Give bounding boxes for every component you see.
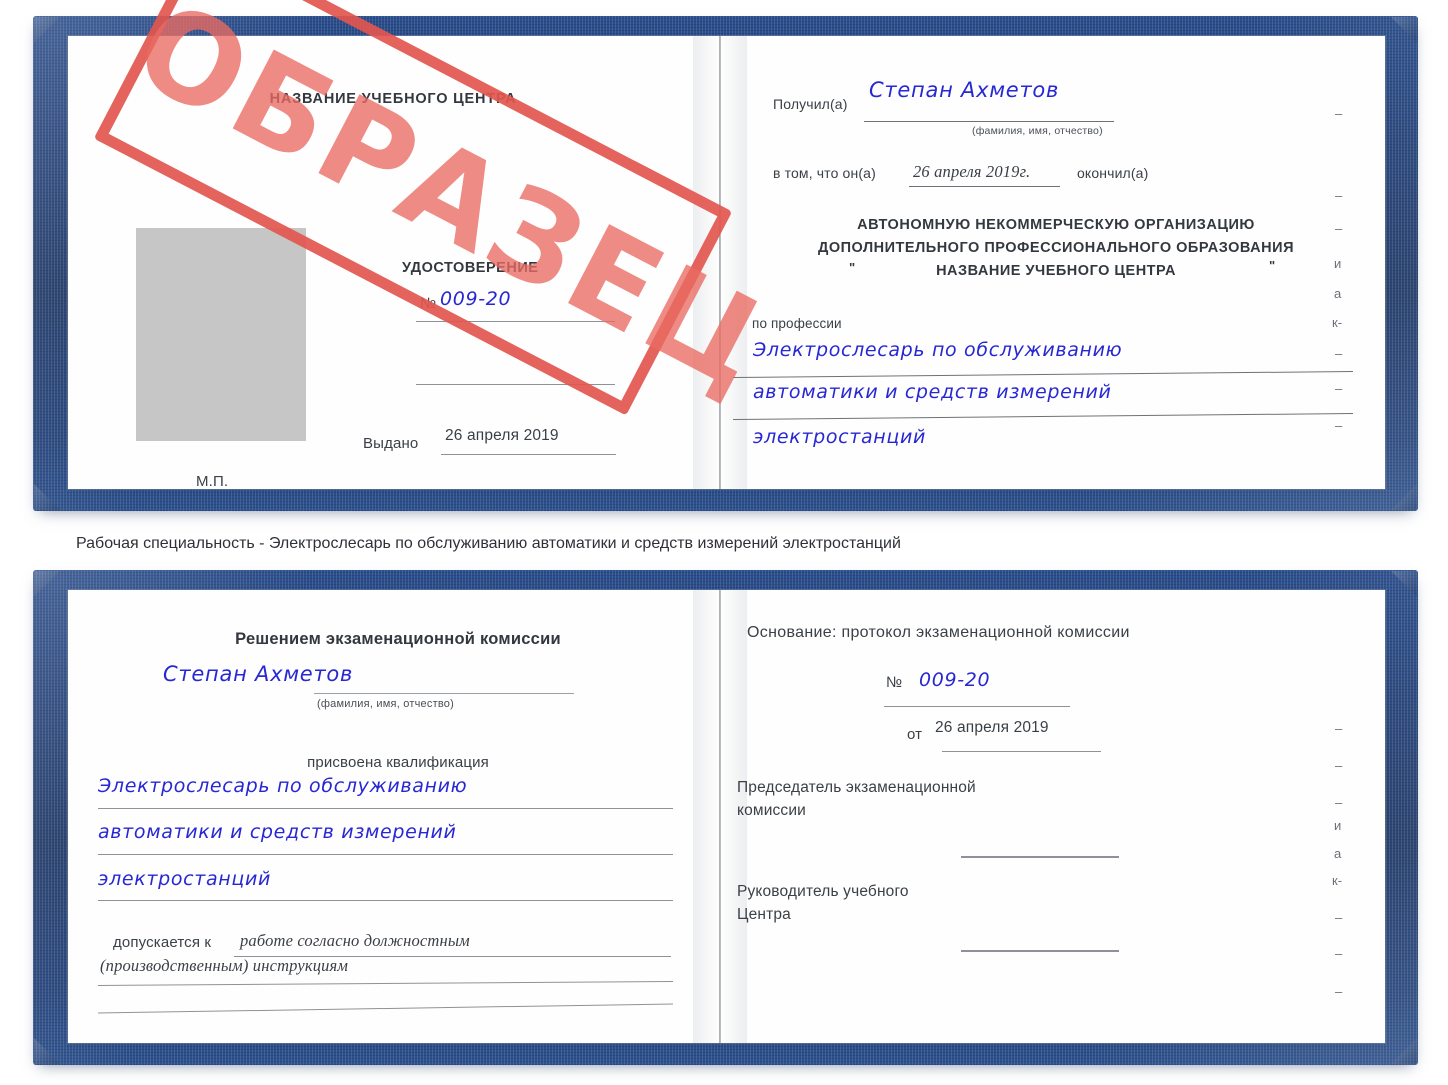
admitted-value-line-1: работе согласно должностным — [240, 931, 470, 950]
number-label: № — [420, 295, 437, 312]
finished-label: окончил(а) — [1077, 165, 1149, 181]
qualification-line-2: автоматики и средств измерений — [98, 821, 457, 843]
certificate-top-page-right: Получил(а) Степан Ахметов (фамилия, имя,… — [721, 36, 1385, 489]
issued-value: 26 апреля 2019 — [445, 427, 559, 444]
training-center-title: НАЗВАНИЕ УЧЕБНОГО ЦЕНТРА — [269, 91, 517, 107]
admitted-value-line-2: (производственным) инструкциям — [100, 956, 349, 975]
qualification-line-3: электростанций — [98, 868, 272, 890]
qualification-rule-1 — [98, 808, 673, 809]
image-caption: Рабочая специальность - Электрослесарь п… — [76, 535, 901, 552]
profession-rule-2 — [733, 413, 1353, 420]
received-rule — [864, 121, 1114, 122]
issued-rule — [441, 454, 616, 455]
protocol-number-value: 009-20 — [919, 669, 991, 691]
admitted-label: допускается к — [113, 934, 212, 951]
edge-bleed-glyph: к- — [1332, 873, 1343, 888]
page-gutter-shadow — [693, 590, 719, 1043]
edge-bleed-glyph: – — [1335, 418, 1343, 433]
received-label: Получил(а) — [773, 96, 848, 112]
edge-bleed-glyph: – — [1335, 381, 1343, 396]
edge-bleed-glyph: – — [1335, 758, 1343, 773]
issued-label: Выдано — [363, 435, 419, 452]
profession-label: по профессии — [752, 316, 842, 331]
received-hint: (фамилия, имя, отчество) — [972, 125, 1103, 137]
number-rule — [416, 321, 615, 322]
seal-label: М.П. — [196, 473, 229, 489]
chairman-label-line-1: Председатель экзаменационной — [737, 779, 976, 796]
certificate-bottom-page-right: Основание: протокол экзаменационной коми… — [721, 590, 1385, 1043]
admitted-rule-2 — [98, 980, 673, 987]
certificate-top: НАЗВАНИЕ УЧЕБНОГО ЦЕНТРА УДОСТОВЕРЕНИЕ №… — [33, 16, 1418, 511]
protocol-date-rule — [942, 751, 1101, 752]
in-that-rule — [909, 186, 1060, 187]
protocol-date-value: 26 апреля 2019 — [935, 719, 1049, 736]
edge-bleed-glyph: к- — [1332, 315, 1343, 330]
certificate-top-pages: НАЗВАНИЕ УЧЕБНОГО ЦЕНТРА УДОСТОВЕРЕНИЕ №… — [68, 36, 1385, 489]
edge-bleed-glyph: – — [1335, 221, 1343, 236]
organization-line-3: НАЗВАНИЕ УЧЕБНОГО ЦЕНТРА — [936, 263, 1176, 279]
profession-line-2: автоматики и средств измерений — [753, 381, 1112, 403]
qualification-label: присвоена квалификация — [307, 754, 489, 771]
student-name-rule — [314, 693, 574, 694]
edge-bleed-glyph: – — [1335, 984, 1343, 999]
photo-placeholder — [136, 228, 306, 441]
chairman-label-line-2: комиссии — [737, 802, 806, 819]
qualification-line-1: Электрослесарь по обслуживанию — [98, 775, 468, 797]
profession-line-1: Электрослесарь по обслуживанию — [753, 339, 1123, 361]
admitted-rule-3 — [98, 1003, 673, 1014]
page-gutter-shadow — [693, 36, 719, 489]
qualification-rule-2 — [98, 854, 673, 855]
document-type-label: УДОСТОВЕРЕНИЕ — [402, 260, 539, 276]
protocol-basis-label: Основание: протокол экзаменационной коми… — [747, 624, 1130, 641]
edge-bleed-glyph: – — [1335, 346, 1343, 361]
qualification-rule-3 — [98, 900, 673, 901]
protocol-number-label: № — [886, 674, 903, 691]
in-that-label: в том, что он(а) — [773, 165, 876, 181]
edge-bleed-glyph: – — [1335, 106, 1343, 121]
head-label-line-1: Руководитель учебного — [737, 883, 909, 900]
edge-bleed-glyph: – — [1335, 910, 1343, 925]
edge-bleed-glyph: а — [1334, 846, 1342, 861]
blank-rule-1 — [416, 384, 615, 385]
received-value: Степан Ахметов — [869, 78, 1060, 102]
head-signature-rule — [961, 950, 1119, 952]
profession-line-3: электростанций — [753, 426, 927, 448]
student-name-value: Степан Ахметов — [163, 662, 354, 686]
edge-bleed-glyph: – — [1335, 721, 1343, 736]
certificate-bottom-page-left: Решением экзаменационной комиссии Степан… — [68, 590, 719, 1043]
commission-decision-title: Решением экзаменационной комиссии — [235, 630, 561, 648]
protocol-date-label: от — [907, 726, 923, 743]
edge-bleed-glyph: а — [1334, 286, 1342, 301]
organization-line-1: АВТОНОМНУЮ НЕКОММЕРЧЕСКУЮ ОРГАНИЗАЦИЮ — [857, 217, 1255, 233]
protocol-number-rule — [884, 706, 1070, 707]
head-label-line-2: Центра — [737, 906, 791, 923]
number-value: 009-20 — [440, 288, 512, 310]
certificate-bottom: Решением экзаменационной комиссии Степан… — [33, 570, 1418, 1065]
organization-line-2: ДОПОЛНИТЕЛЬНОГО ПРОФЕССИОНАЛЬНОГО ОБРАЗО… — [817, 240, 1294, 256]
edge-bleed-glyph: – — [1335, 946, 1343, 961]
certificate-bottom-pages: Решением экзаменационной комиссии Степан… — [68, 590, 1385, 1043]
page-gutter-shadow — [721, 36, 747, 489]
certificate-top-page-left: НАЗВАНИЕ УЧЕБНОГО ЦЕНТРА УДОСТОВЕРЕНИЕ №… — [68, 36, 719, 489]
profession-rule-1 — [733, 371, 1353, 378]
in-that-value: 26 апреля 2019г. — [913, 162, 1031, 181]
edge-bleed-glyph: – — [1335, 188, 1343, 203]
edge-bleed-glyph: – — [1335, 795, 1343, 810]
edge-bleed-glyph: и — [1334, 256, 1342, 271]
chairman-signature-rule — [961, 856, 1119, 858]
student-name-hint: (фамилия, имя, отчество) — [317, 698, 455, 710]
organization-quote-close: " — [1269, 258, 1276, 273]
edge-bleed-glyph: и — [1334, 818, 1342, 833]
